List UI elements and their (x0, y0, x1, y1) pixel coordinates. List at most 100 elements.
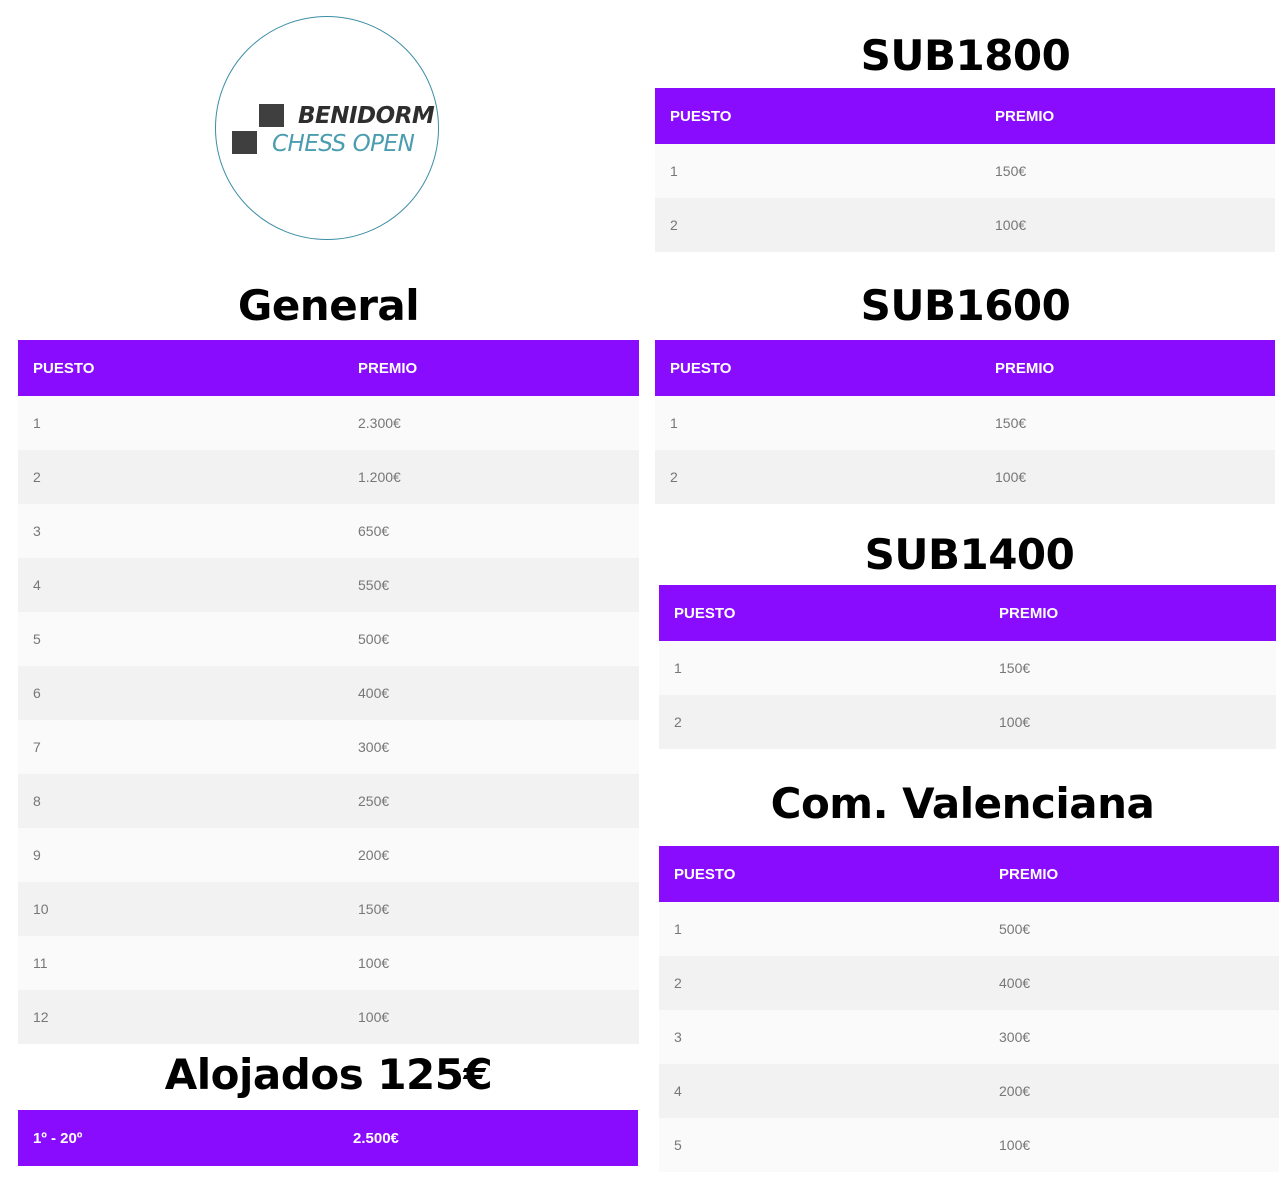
premio-header: PREMIO (984, 585, 1276, 641)
premio-cell: 200€ (984, 1064, 1279, 1118)
sub1800-section: SUB1800 (655, 32, 1276, 80)
table-row: 1 150€ (659, 641, 1276, 695)
logo-line1: BENIDORM (298, 103, 435, 129)
table-row: 4 200€ (659, 1064, 1279, 1118)
table-row: 2 100€ (655, 198, 1275, 252)
puesto-header: PUESTO (655, 340, 980, 396)
table-header-row: PUESTO PREMIO (655, 88, 1275, 144)
puesto-cell: 5 (18, 612, 343, 666)
table-row: 9 200€ (18, 828, 639, 882)
alojados-prize-table: 1º - 20º 2.500€ (18, 1110, 638, 1166)
premio-cell: 150€ (980, 144, 1275, 198)
premio-cell: 300€ (984, 1010, 1279, 1064)
table-row: 2 100€ (659, 695, 1276, 749)
puesto-cell: 3 (659, 1010, 984, 1064)
table-row: 1 150€ (655, 396, 1275, 450)
table-row: 2 400€ (659, 956, 1279, 1010)
puesto-cell: 1 (659, 902, 984, 956)
premio-cell: 150€ (343, 882, 639, 936)
premio-header: PREMIO (980, 340, 1275, 396)
chess-square-icon (232, 131, 257, 154)
comval-prize-table: PUESTO PREMIO 1 500€ 2 400€ 3 300€ 4 200€ 5 100€ (659, 846, 1279, 1172)
puesto-header: PUESTO (18, 340, 343, 396)
puesto-cell: 2 (655, 198, 980, 252)
benidorm-chess-open-logo: BENIDORM CHESS OPEN (215, 16, 439, 240)
general-heading: General (237, 281, 420, 330)
puesto-cell: 7 (18, 720, 343, 774)
sub1400-prize-table: PUESTO PREMIO 1 150€ 2 100€ (659, 585, 1276, 749)
table-row: 4 550€ (18, 558, 639, 612)
table-row: 3 300€ (659, 1010, 1279, 1064)
table-row: 5 100€ (659, 1118, 1279, 1172)
premio-cell: 100€ (980, 450, 1275, 504)
sub1800-heading: SUB1800 (860, 31, 1071, 80)
puesto-cell: 2 (659, 695, 984, 749)
table-row: 2 100€ (655, 450, 1275, 504)
premio-cell: 100€ (984, 1118, 1279, 1172)
sub1400-heading: SUB1400 (864, 530, 1075, 579)
sub1800-prize-table: PUESTO PREMIO 1 150€ 2 100€ (655, 88, 1275, 252)
premio-cell: 1.200€ (343, 450, 639, 504)
puesto-cell: 5 (659, 1118, 984, 1172)
puesto-cell: 1 (655, 396, 980, 450)
comval-heading: Com. Valenciana (770, 779, 1155, 828)
puesto-cell: 1 (655, 144, 980, 198)
premio-cell: 500€ (984, 902, 1279, 956)
puesto-header: PUESTO (655, 88, 980, 144)
puesto-header: PUESTO (659, 846, 984, 902)
chess-square-icon (259, 104, 284, 127)
puesto-cell: 4 (659, 1064, 984, 1118)
puesto-cell: 11 (18, 936, 343, 990)
puesto-cell: 2 (659, 956, 984, 1010)
table-header-row: PUESTO PREMIO (655, 340, 1275, 396)
premio-cell: 200€ (343, 828, 639, 882)
table-row: 8 250€ (18, 774, 639, 828)
premio-header: PREMIO (984, 846, 1279, 902)
table-row: 5 500€ (18, 612, 639, 666)
premio-cell: 250€ (343, 774, 639, 828)
table-row: 1 150€ (655, 144, 1275, 198)
premio-cell: 650€ (343, 504, 639, 558)
premio-header: PREMIO (343, 340, 639, 396)
table-header-row: PUESTO PREMIO (659, 585, 1276, 641)
puesto-cell: 12 (18, 990, 343, 1044)
general-section: General (18, 282, 639, 330)
puesto-cell: 2 (655, 450, 980, 504)
sub1600-heading: SUB1600 (860, 281, 1071, 330)
table-row: 2 1.200€ (18, 450, 639, 504)
table-row: 11 100€ (18, 936, 639, 990)
premio-cell: 2.300€ (343, 396, 639, 450)
puesto-cell: 2 (18, 450, 343, 504)
table-row: 10 150€ (18, 882, 639, 936)
premio-cell: 400€ (984, 956, 1279, 1010)
general-prize-table: PUESTO PREMIO 1 2.300€ 2 1.200€ 3 650€ 4 550€ 5 5… (18, 340, 639, 1044)
puesto-cell: 6 (18, 666, 343, 720)
logo-line2: CHESS OPEN (272, 131, 415, 157)
sub1400-section: SUB1400 (659, 531, 1280, 579)
puesto-cell: 4 (18, 558, 343, 612)
table-header-row: PUESTO PREMIO (659, 846, 1279, 902)
premio-cell: 300€ (343, 720, 639, 774)
table-row: 6 400€ (18, 666, 639, 720)
premio-cell: 2.500€ (338, 1110, 638, 1166)
puesto-cell: 3 (18, 504, 343, 558)
sub1600-section: SUB1600 (655, 282, 1276, 330)
premio-cell: 100€ (980, 198, 1275, 252)
premio-cell: 100€ (343, 936, 639, 990)
alojados-section: Alojados 125€ (18, 1051, 639, 1099)
puesto-cell: 8 (18, 774, 343, 828)
comval-section: Com. Valenciana (652, 780, 1273, 828)
premio-cell: 500€ (343, 612, 639, 666)
puesto-cell: 1º - 20º (18, 1110, 338, 1166)
puesto-header: PUESTO (659, 585, 984, 641)
premio-header: PREMIO (980, 88, 1275, 144)
premio-cell: 550€ (343, 558, 639, 612)
table-row: 1 2.300€ (18, 396, 639, 450)
table-row: 1º - 20º 2.500€ (18, 1110, 638, 1166)
table-row: 12 100€ (18, 990, 639, 1044)
sub1600-prize-table: PUESTO PREMIO 1 150€ 2 100€ (655, 340, 1275, 504)
premio-cell: 150€ (980, 396, 1275, 450)
premio-cell: 100€ (984, 695, 1276, 749)
puesto-cell: 10 (18, 882, 343, 936)
table-row: 3 650€ (18, 504, 639, 558)
